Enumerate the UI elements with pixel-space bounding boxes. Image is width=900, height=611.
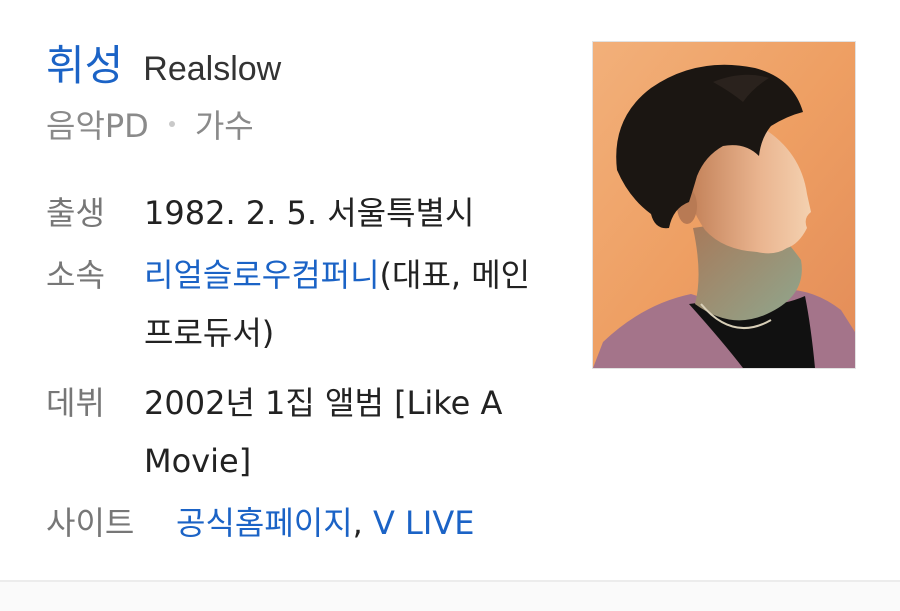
site-separator: ,: [352, 504, 373, 542]
separator-dot: [168, 121, 175, 127]
agency-value: 리얼슬로우컴퍼니(대표, 메인 프로듀서): [144, 246, 554, 362]
role-list: 음악PD 가수: [46, 100, 254, 148]
site-value: 공식홈페이지, V LIVE: [176, 494, 586, 552]
agency-link[interactable]: 리얼슬로우컴퍼니: [144, 256, 380, 294]
site-label: 사이트: [46, 504, 135, 542]
birth-value: 1982. 2. 5. 서울특별시: [144, 194, 475, 232]
info-row-birth: 출생 1982. 2. 5. 서울특별시: [46, 184, 554, 242]
title-row: 휘성 Realslow: [46, 32, 281, 92]
role-singer: 가수: [194, 107, 254, 145]
info-row-agency: 소속 리얼슬로우컴퍼니(대표, 메인 프로듀서): [46, 246, 554, 362]
artist-photo[interactable]: [592, 41, 856, 369]
debut-value: 2002년 1집 앨범 [Like A Movie]: [144, 384, 503, 480]
info-row-site: 사이트 공식홈페이지, V LIVE: [46, 494, 586, 552]
info-row-debut: 데뷔 2002년 1집 앨범 [Like A Movie]: [46, 374, 554, 490]
bottom-strip: [0, 582, 900, 611]
profile-card: 휘성 Realslow 음악PD 가수 출생 1982. 2. 5. 서울특별시…: [0, 0, 900, 580]
agency-label: 소속: [46, 256, 105, 294]
person-photo-icon: [593, 42, 855, 368]
artist-alt-name: Realslow: [143, 50, 282, 88]
vlive-link[interactable]: V LIVE: [373, 504, 474, 542]
role-producer: 음악PD: [46, 107, 149, 145]
debut-label: 데뷔: [46, 384, 105, 422]
birth-label: 출생: [46, 194, 105, 232]
artist-name-link[interactable]: 휘성: [46, 32, 123, 93]
official-site-link[interactable]: 공식홈페이지: [176, 504, 353, 542]
